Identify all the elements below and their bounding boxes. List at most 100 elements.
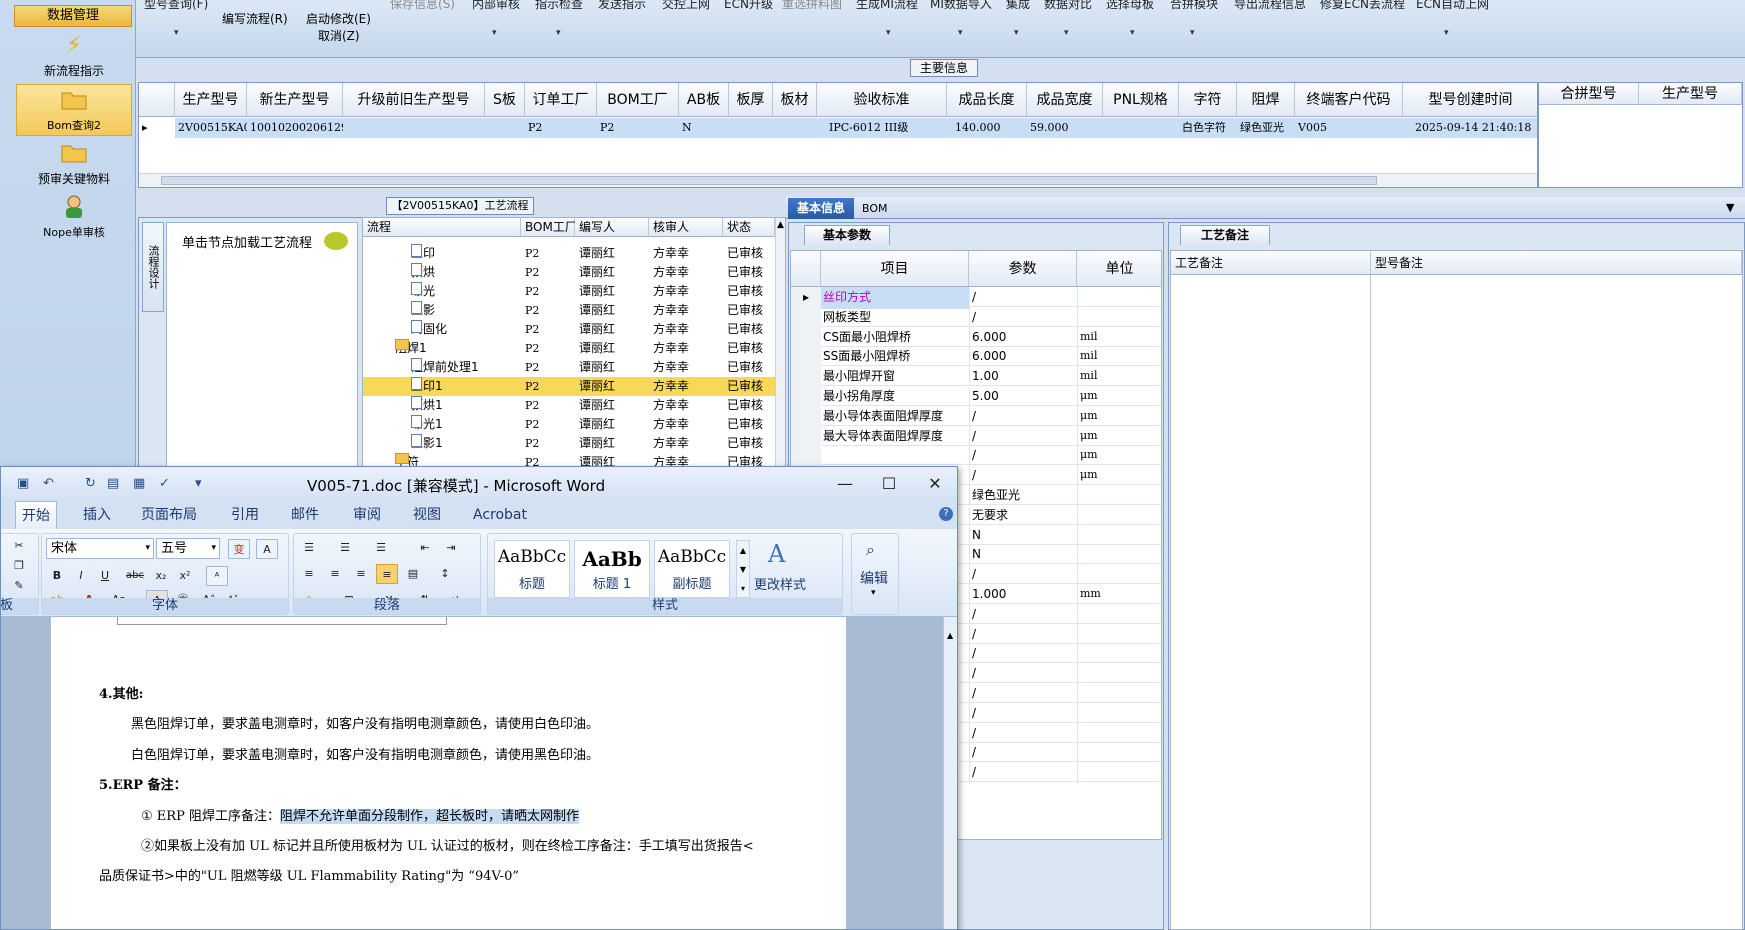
scroll-up-icon[interactable]: ▲ bbox=[777, 220, 784, 230]
scroll-up-icon[interactable]: ▲ bbox=[947, 631, 953, 640]
subtab-process-remark[interactable]: 工艺备注 bbox=[1180, 225, 1270, 245]
close-icon[interactable]: ✕ bbox=[915, 471, 955, 497]
chevron-down-icon[interactable]: ▾ bbox=[1014, 28, 1019, 38]
param-value[interactable]: 6.000 bbox=[969, 326, 1077, 349]
numbering-icon[interactable]: ☰ bbox=[334, 538, 356, 558]
select-motherboard-button[interactable]: 选择母板 bbox=[1106, 0, 1154, 12]
table-cell[interactable]: 绿色亚光 bbox=[1237, 118, 1295, 138]
param-row[interactable]: CS面最小阻焊桥 6.000 mil bbox=[791, 326, 1161, 349]
tree-row[interactable]: 字符 P2 谭丽红 方幸幸 已审核 bbox=[363, 453, 775, 466]
reselect-layout-button[interactable]: 重选拼料图 bbox=[782, 0, 842, 12]
chevron-down-icon[interactable]: ▾ bbox=[174, 28, 179, 38]
multilevel-list-icon[interactable]: ☰ bbox=[370, 538, 392, 558]
param-row[interactable]: 最小导体表面阻焊厚度 / μm bbox=[791, 405, 1161, 428]
param-value[interactable]: 1.00 bbox=[969, 366, 1077, 389]
align-left-icon[interactable]: ≡ bbox=[298, 564, 320, 584]
mi-import-button[interactable]: MI数据导入 bbox=[930, 0, 992, 12]
table-cell[interactable]: 白色字符 bbox=[1179, 118, 1237, 138]
param-value[interactable]: / bbox=[969, 306, 1077, 329]
column-header[interactable]: 核审人 bbox=[649, 218, 723, 237]
table-cell[interactable]: 10010200206129 bbox=[247, 118, 343, 138]
internal-review-button[interactable]: 内部审核 bbox=[472, 0, 520, 12]
maximize-icon[interactable]: ☐ bbox=[869, 471, 909, 497]
table-cell[interactable] bbox=[729, 118, 773, 138]
paragraph-2[interactable]: 白色阻焊订单，要求盖电测章时，如客户没有指明电测章颜色，请使用黑色印油。 bbox=[131, 744, 599, 763]
chevron-down-icon[interactable]: ▾ bbox=[1130, 28, 1135, 38]
column-header[interactable]: 单位 bbox=[1077, 251, 1161, 287]
tree-node-name[interactable]: 字符 bbox=[395, 453, 419, 466]
table-cell[interactable] bbox=[485, 118, 525, 138]
tab-acrobat[interactable]: Acrobat bbox=[467, 501, 533, 529]
style-heading-1[interactable]: AaBb 标题 1 bbox=[574, 540, 650, 598]
generate-mi-button[interactable]: 生成MI流程 bbox=[856, 0, 918, 12]
column-header[interactable]: 验收标准 bbox=[817, 83, 947, 117]
style-title[interactable]: AaBbCc 标题 bbox=[494, 540, 570, 598]
chevron-down-icon[interactable]: ▾ bbox=[886, 28, 891, 38]
tree-node-name[interactable]: 预烘1 bbox=[411, 396, 443, 415]
spelling-icon[interactable]: ✓ bbox=[159, 476, 170, 491]
increase-indent-icon[interactable]: ⇥ bbox=[440, 538, 462, 558]
column-header[interactable]: 阻焊 bbox=[1237, 83, 1295, 117]
param-value[interactable]: / bbox=[969, 564, 1077, 587]
param-value[interactable]: / bbox=[969, 722, 1077, 745]
column-header[interactable]: 板材 bbox=[773, 83, 817, 117]
bold-button[interactable]: B bbox=[46, 566, 68, 586]
column-header[interactable]: 流程 bbox=[363, 218, 521, 237]
justify-icon[interactable]: ≡ bbox=[376, 564, 398, 584]
start-edit-button[interactable]: 启动修改(E) bbox=[306, 10, 371, 27]
column-header[interactable]: BOM工厂 bbox=[597, 83, 679, 117]
tree-row[interactable]: 丝印1 P2 谭丽红 方幸幸 已审核 bbox=[363, 377, 775, 396]
paragraph-5[interactable]: 品质保证书>中的"UL 阻燃等级 UL Flammability Rating"… bbox=[99, 865, 519, 884]
param-row[interactable]: 网板类型 / bbox=[791, 306, 1161, 329]
column-header[interactable]: 终端客户代码 bbox=[1295, 83, 1403, 117]
font-size-select[interactable]: 五号 ▾ bbox=[156, 538, 220, 559]
table-cell[interactable]: P2 bbox=[597, 118, 679, 138]
param-value[interactable]: 1.000 bbox=[969, 584, 1077, 606]
column-header[interactable]: 新生产型号 bbox=[247, 83, 343, 117]
param-value[interactable]: 5.00 bbox=[969, 386, 1077, 408]
param-value[interactable]: / bbox=[969, 643, 1077, 666]
styles-scroll[interactable]: ▲ ▼ ▾ bbox=[736, 540, 750, 598]
param-value[interactable]: N bbox=[969, 544, 1077, 567]
tree-node-name[interactable]: 阻焊前处理1 bbox=[411, 358, 479, 377]
style-subtitle[interactable]: AaBbCc 副标题 bbox=[654, 540, 730, 598]
tree-row[interactable]: 显影 P2 谭丽红 方幸幸 已审核 bbox=[363, 301, 775, 320]
paragraph-3[interactable]: ① ERP 阻焊工序备注：阻焊不允许单面分段制作，超长板时，请晒太网制作 bbox=[141, 805, 579, 824]
tree-node-name[interactable]: 阻焊1 bbox=[395, 339, 427, 358]
param-value[interactable]: / bbox=[969, 465, 1077, 488]
column-header[interactable]: 成品长度 bbox=[947, 83, 1027, 117]
tree-row[interactable]: 曝光1 P2 谭丽红 方幸幸 已审核 bbox=[363, 415, 775, 434]
param-row[interactable]: ▸ 丝印方式 / bbox=[791, 287, 1161, 309]
clear-formatting-icon[interactable]: ᴬ bbox=[206, 566, 228, 586]
param-value[interactable]: / bbox=[969, 683, 1077, 705]
italic-button[interactable]: I bbox=[70, 566, 92, 586]
check-instruction-button[interactable]: 指示检查 bbox=[535, 0, 583, 12]
column-header[interactable]: 合拼型号 bbox=[1539, 83, 1639, 105]
param-value[interactable]: / bbox=[969, 425, 1077, 448]
tree-row[interactable]: 终固化 P2 谭丽红 方幸幸 已审核 bbox=[363, 320, 775, 339]
process-remark-cell[interactable] bbox=[1171, 275, 1371, 929]
chevron-down-icon[interactable]: ▾ bbox=[145, 539, 150, 558]
tab-insert[interactable]: 插入 bbox=[77, 501, 117, 529]
distributed-icon[interactable]: ▤ bbox=[402, 564, 424, 584]
integrate-button[interactable]: 集成 bbox=[1006, 0, 1030, 12]
minimize-icon[interactable]: — bbox=[825, 471, 865, 497]
param-value[interactable]: / bbox=[969, 445, 1077, 468]
nav-item-pre-review[interactable]: 预审关键物料 bbox=[16, 138, 132, 190]
param-value[interactable]: / bbox=[969, 623, 1077, 646]
tab-bom[interactable]: BOM bbox=[862, 198, 888, 219]
column-header[interactable]: PNL规格 bbox=[1103, 83, 1179, 117]
nav-item-bom-query[interactable]: Bom查询2 bbox=[16, 84, 132, 136]
tab-references[interactable]: 引用 bbox=[225, 501, 265, 529]
tree-row[interactable]: 丝印 P2 谭丽红 方幸幸 已审核 bbox=[363, 244, 775, 263]
tree-row[interactable]: 预烘1 P2 谭丽红 方幸幸 已审核 bbox=[363, 396, 775, 415]
customize-qat-icon[interactable]: ▾ bbox=[195, 476, 202, 491]
tree-node-name[interactable]: 终固化 bbox=[411, 320, 447, 339]
column-header[interactable]: S板 bbox=[485, 83, 525, 117]
format-painter-icon[interactable]: ✎ bbox=[8, 576, 30, 596]
horizontal-scrollbar[interactable] bbox=[139, 173, 1537, 187]
param-value[interactable]: / bbox=[969, 742, 1077, 765]
chevron-down-icon[interactable]: ▼ bbox=[1726, 201, 1734, 214]
toolbar-model-query[interactable]: 型号查询(F) bbox=[144, 0, 208, 12]
chevron-down-icon[interactable]: ▾ bbox=[492, 28, 497, 38]
